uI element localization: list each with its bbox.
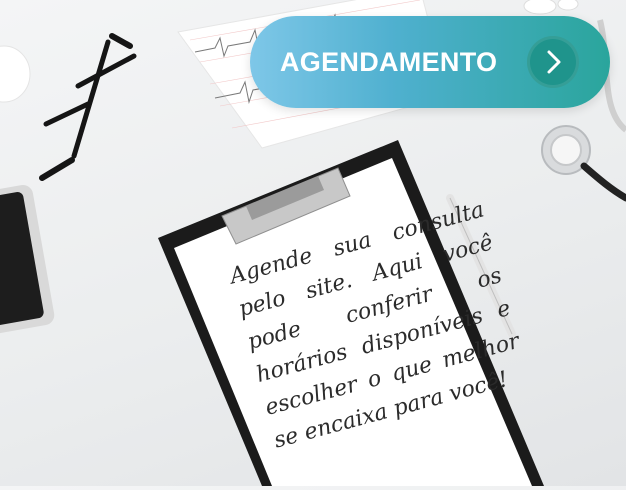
cup [0, 45, 31, 103]
chevron-right-icon [527, 36, 579, 88]
agendamento-button-label: AGENDAMENTO [280, 47, 498, 77]
pills [523, 0, 579, 15]
agendamento-button[interactable]: AGENDAMENTO [250, 16, 610, 108]
glasses [39, 33, 137, 181]
tablet [0, 185, 55, 337]
